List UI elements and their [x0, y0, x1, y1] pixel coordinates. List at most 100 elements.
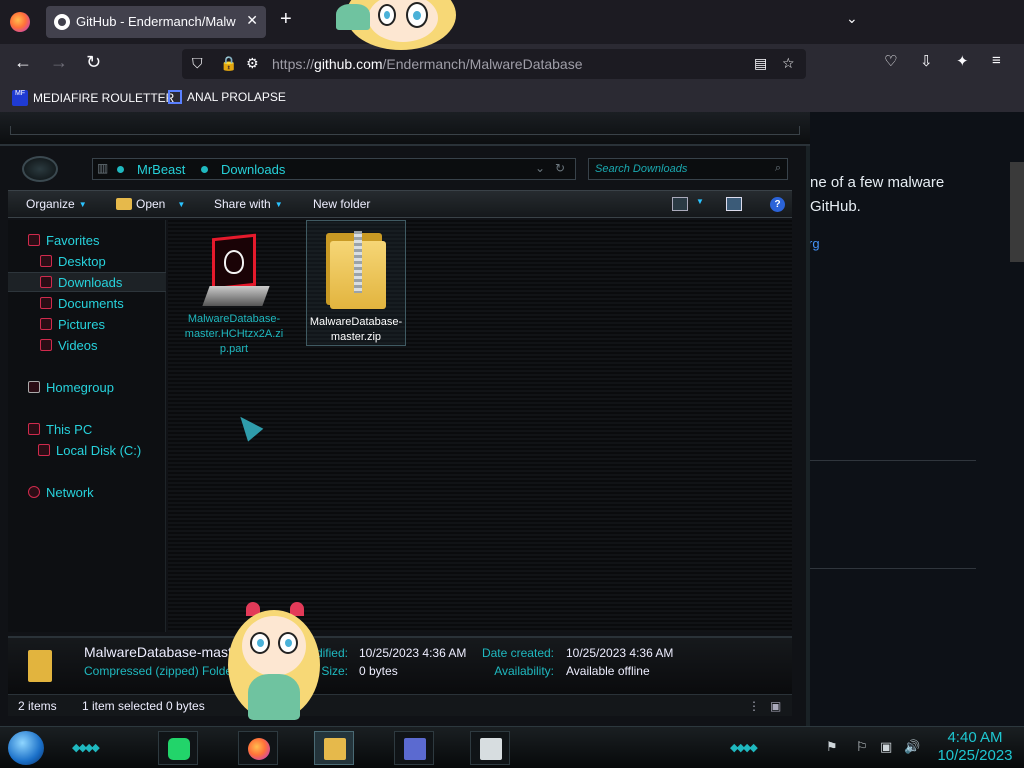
system-clock[interactable]: 4:40 AM 10/25/2023 [930, 729, 1020, 765]
homegroup-icon [28, 381, 40, 393]
dropdown-arrow-icon: ▼ [274, 199, 283, 209]
taskbar-app-window[interactable] [394, 731, 434, 765]
help-icon[interactable]: ? [770, 197, 785, 212]
new-tab-button[interactable]: + [280, 8, 292, 31]
history-dropdown-icon[interactable]: ⌄ [535, 161, 545, 175]
reader-view-icon[interactable]: ▤ [754, 55, 767, 72]
file-name: MalwareDatabase-master.HCHtzx2A.zip.part [184, 313, 284, 355]
bookmark-second[interactable]: ANAL PROLAPSE [168, 90, 286, 104]
bookmark-mediafire-rouletter[interactable]: MF MEDIAFIRE ROULETTER [12, 90, 174, 106]
zip-folder-icon [324, 227, 388, 311]
flag-tray-icon[interactable]: ⚑ [826, 739, 838, 755]
change-view-icon[interactable] [672, 197, 688, 211]
search-icon[interactable]: ⌕ [775, 162, 781, 175]
bookmark-star-icon[interactable]: ☆ [782, 55, 795, 72]
availability-value: Available offline [566, 664, 650, 678]
date-modified-value: 10/25/2023 4:36 AM [359, 646, 467, 660]
availability-label: Availability: [494, 664, 554, 678]
nav-this-pc[interactable]: This PC [8, 419, 166, 439]
explorer-window: ▥ MrBeast Downloads ⌄ ↻ Search Downloads… [0, 112, 810, 726]
shield-icon[interactable]: ⛉ [192, 55, 203, 72]
url-bar[interactable]: ⛉ 🔒 ⚙ https://github.com/Endermanch/Malw… [182, 49, 806, 79]
mediafire-icon: MF [12, 90, 28, 106]
dropdown-arrow-icon: ▼ [177, 199, 186, 209]
dropdown-arrow-icon: ▼ [696, 197, 704, 206]
item-count: 2 items [18, 699, 57, 713]
nav-local-disk[interactable]: Local Disk (C:) [8, 440, 166, 460]
back-button[interactable]: ← [14, 52, 32, 73]
github-favicon-icon [54, 14, 70, 30]
tab-title: GitHub - Endermanch/MalwareDatabase [76, 14, 236, 29]
page-scrollbar[interactable] [1010, 162, 1024, 262]
folder-icon [324, 738, 346, 760]
preview-pane-icon[interactable] [726, 197, 742, 211]
breadcrumb-mrbeast[interactable]: MrBeast [137, 162, 185, 177]
address-bar[interactable]: ▥ MrBeast Downloads ⌄ ↻ [92, 158, 576, 180]
open-button[interactable]: Open ▼ [116, 197, 185, 211]
firefox-logo-icon[interactable] [10, 12, 30, 32]
detail-file-name: MalwareDatabase-mast [84, 644, 232, 660]
reload-button[interactable]: ↻ [86, 52, 101, 73]
repo-description-line: ne of a few malware [810, 174, 945, 191]
drive-icon [38, 444, 50, 456]
taskbar-firefox[interactable] [238, 731, 278, 765]
search-input[interactable]: Search Downloads [595, 163, 687, 175]
terminal-icon [480, 738, 502, 760]
zip-thumbnail-icon [28, 650, 52, 682]
date-created-value: 10/25/2023 4:36 AM [566, 646, 674, 660]
lock-icon[interactable]: 🔒 [220, 55, 237, 72]
navigation-pane: Favorites Desktop Downloads Documents Pi… [8, 220, 166, 632]
nav-desktop[interactable]: Desktop [8, 251, 166, 271]
extensions-icon[interactable]: ✦ [956, 52, 969, 70]
nav-pictures[interactable]: Pictures [8, 314, 166, 334]
organize-button[interactable]: Organize ▼ [26, 197, 87, 211]
documents-icon [40, 297, 52, 309]
star-butterfly-sticker-bottom [224, 598, 324, 726]
action-center-icon[interactable]: ⚐ [856, 739, 868, 755]
nav-downloads[interactable]: Downloads [8, 272, 166, 292]
menu-icon[interactable]: ≡ [992, 52, 1001, 69]
share-with-button[interactable]: Share with ▼ [214, 197, 283, 211]
details-view-icon[interactable]: ⋮ [748, 699, 760, 713]
volume-icon[interactable]: 🔊 [904, 739, 920, 755]
breadcrumb-downloads[interactable]: Downloads [221, 162, 285, 177]
back-forward-orb-icon[interactable] [22, 156, 58, 182]
nav-network[interactable]: Network [8, 482, 166, 502]
bookmark-icon [168, 90, 182, 104]
command-bar: Organize ▼ Open ▼ Share with ▼ New folder ▼… [8, 190, 792, 218]
start-orb-button[interactable] [8, 731, 44, 765]
navigation-bar: ← → ↻ ⛉ 🔒 ⚙ https://github.com/Endermanc… [0, 44, 1024, 84]
new-folder-button[interactable]: New folder [313, 197, 370, 211]
forward-button[interactable]: → [50, 52, 68, 73]
view-options-button[interactable]: ▼ [696, 197, 704, 206]
tab-close-icon[interactable]: ✕ [246, 12, 258, 29]
taskbar-app-terminal[interactable] [470, 731, 510, 765]
permissions-icon[interactable]: ⚙ [246, 55, 259, 72]
detail-file-type: Compressed (zipped) Folde [84, 664, 233, 678]
file-item[interactable]: MalwareDatabase-master.HCHtzx2A.zip.part [184, 228, 284, 357]
file-item-selected[interactable]: MalwareDatabase-master.zip [306, 220, 406, 346]
taskbar-decoration: ◆◆◆◆ [730, 742, 758, 754]
downloads-icon[interactable]: ⇩ [920, 52, 933, 70]
large-icons-view-icon[interactable]: ▣ [770, 699, 781, 713]
nav-favorites[interactable]: Favorites [8, 230, 166, 250]
refresh-icon[interactable]: ↻ [555, 161, 565, 175]
search-box[interactable]: Search Downloads ⌕ [588, 158, 788, 180]
breadcrumb-separator-icon[interactable] [201, 166, 208, 173]
star-icon [28, 234, 40, 246]
nav-homegroup[interactable]: Homegroup [8, 377, 166, 397]
network-tray-icon[interactable]: ▣ [880, 739, 892, 755]
divider [808, 460, 976, 461]
nav-documents[interactable]: Documents [8, 293, 166, 313]
pocket-icon[interactable]: ♡ [884, 52, 897, 70]
browser-tab-github[interactable]: GitHub - Endermanch/MalwareDatabase ✕ [46, 6, 266, 38]
taskbar-file-explorer[interactable] [314, 731, 354, 765]
list-all-tabs-button[interactable]: ⌄ [846, 10, 858, 27]
breadcrumb-separator-icon[interactable] [117, 166, 124, 173]
taskbar-decoration: ◆◆◆◆ [72, 742, 100, 754]
desktop-icon [40, 255, 52, 267]
nav-videos[interactable]: Videos [8, 335, 166, 355]
tab-bar: GitHub - Endermanch/MalwareDatabase ✕ + … [0, 0, 1024, 44]
taskbar-notes-app[interactable] [158, 731, 198, 765]
pc-icon: ▥ [97, 161, 109, 175]
